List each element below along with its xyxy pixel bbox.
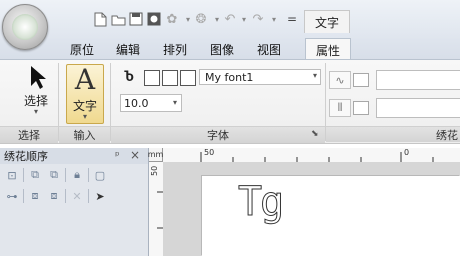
lock-icon[interactable]: 🔒︎: [69, 167, 85, 183]
toolbar-divider: [65, 168, 66, 182]
move-up-icon[interactable]: ⧉: [27, 167, 43, 183]
font-name-value: My font1: [205, 70, 254, 84]
outline-text-content: Tg: [237, 179, 284, 225]
redo-dropdown-icon[interactable]: ▾: [266, 11, 282, 27]
wave-stitch-icon[interactable]: ∿: [329, 71, 351, 89]
arrow-cursor-icon: [31, 66, 46, 89]
select-group-label: 选择: [0, 126, 58, 143]
stitch-pattern-icon[interactable]: [353, 73, 369, 87]
save-icon[interactable]: [128, 11, 144, 27]
app-logo-icon: [12, 14, 38, 40]
panel-toolbar-row-1: ⊡ ⧉ ⧉ 🔒︎ ▢: [4, 167, 108, 183]
font-size-select[interactable]: 10.0 ▾: [120, 94, 182, 112]
chevron-down-icon: ▾: [82, 112, 87, 121]
redo-icon[interactable]: ↷: [250, 11, 266, 27]
input-group-label: 输入: [59, 126, 110, 143]
border-box-icon[interactable]: [162, 70, 178, 86]
context-tab-title: 文字: [304, 10, 350, 33]
customize-quick-access-button[interactable]: =: [287, 12, 297, 26]
ruler-unit: mm: [148, 148, 163, 162]
toolbar-divider: [23, 189, 24, 203]
panel-toolbar-row-2: ⊶ ⧈ ⧈ ✕ ➤: [4, 188, 108, 204]
tab-home[interactable]: 原位: [62, 40, 102, 59]
toolbar-divider: [88, 168, 89, 182]
tab-view[interactable]: 视图: [249, 40, 289, 59]
stitch-icon[interactable]: ❂: [193, 11, 209, 27]
stitch-setting-field[interactable]: [376, 70, 460, 90]
toolbar-divider: [23, 168, 24, 182]
pin-icon[interactable]: ᵖ: [115, 149, 120, 162]
text-input-button[interactable]: A 文字 ▾: [66, 64, 104, 124]
fill-stitch-icon[interactable]: ⦀: [329, 99, 351, 117]
panel-title: 绣花顺序: [0, 148, 148, 164]
tab-arrange[interactable]: 排列: [155, 40, 195, 59]
group-icon[interactable]: ⧈: [27, 188, 43, 204]
tab-properties[interactable]: 属性: [305, 38, 351, 61]
fill-setting-field[interactable]: [376, 98, 460, 118]
application-menu-button[interactable]: [2, 4, 48, 50]
delete-icon[interactable]: ✕: [69, 188, 85, 204]
select-button[interactable]: 选择 ▾: [18, 64, 54, 122]
chevron-down-icon: ▾: [172, 98, 177, 107]
ruler-label: 0: [404, 148, 410, 157]
font-size-value: 10.0: [124, 96, 149, 110]
border-box-icon[interactable]: [144, 70, 160, 86]
text-tool-icon: A: [74, 63, 96, 96]
open-file-icon[interactable]: [110, 11, 126, 27]
horizontal-ruler: 50 0: [163, 148, 460, 163]
new-file-icon[interactable]: [92, 11, 108, 27]
font-style-icon[interactable]: Ⴆ: [120, 69, 138, 85]
chevron-down-icon: ▾: [33, 107, 38, 116]
toolbar-divider: [65, 189, 66, 203]
ruler-label: 50: [204, 148, 215, 157]
frame-icon[interactable]: ▢: [92, 167, 108, 183]
fill-pattern-icon[interactable]: [353, 101, 369, 115]
vertical-ruler: 50: [149, 162, 164, 256]
pointer-icon[interactable]: ➤: [92, 188, 108, 204]
font-name-select[interactable]: My font1 ▾: [199, 69, 321, 85]
record-icon[interactable]: [146, 11, 162, 27]
embroidery-icon[interactable]: ✿: [164, 11, 180, 27]
chevron-down-icon: ▾: [312, 71, 317, 80]
tab-image[interactable]: 图像: [202, 40, 242, 59]
embroidery-group-label: 绣花: [326, 126, 460, 142]
select-all-icon[interactable]: ⊡: [4, 167, 20, 183]
link-icon[interactable]: ⊶: [4, 188, 20, 204]
border-box-icon[interactable]: [180, 70, 196, 86]
close-icon[interactable]: ×: [130, 148, 140, 162]
outline-text-object[interactable]: Tg: [237, 179, 284, 225]
tab-edit[interactable]: 编辑: [108, 40, 148, 59]
font-group-label: 字体: [111, 126, 325, 143]
ungroup-icon[interactable]: ⧈: [46, 188, 62, 204]
move-down-icon[interactable]: ⧉: [46, 167, 62, 183]
font-dialog-launcher-icon[interactable]: ⬊: [311, 129, 319, 139]
toolbar-divider: [88, 189, 89, 203]
